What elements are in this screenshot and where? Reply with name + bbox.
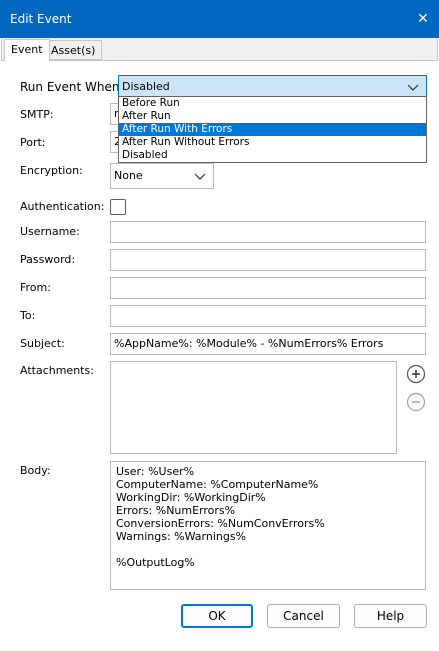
encryption-label: Encryption: <box>20 164 83 177</box>
cancel-button[interactable]: Cancel <box>267 604 340 628</box>
subject-label: Subject: <box>20 337 65 350</box>
option-after-run[interactable]: After Run <box>119 110 426 123</box>
option-before-run[interactable]: Before Run <box>119 97 426 110</box>
password-field[interactable] <box>110 249 426 271</box>
minus-circle-icon[interactable] <box>406 392 426 412</box>
help-button[interactable]: Help <box>354 604 427 628</box>
plus-circle-icon[interactable] <box>406 364 426 384</box>
smtp-label: SMTP: <box>20 108 54 121</box>
tab-event[interactable]: Event <box>4 39 50 61</box>
ok-button[interactable]: OK <box>181 604 253 628</box>
body-label: Body: <box>20 464 51 477</box>
run-event-when-value: Disabled <box>122 80 170 93</box>
attachments-label: Attachments: <box>20 364 94 377</box>
option-after-run-with-errors[interactable]: After Run With Errors <box>119 123 426 136</box>
from-field[interactable] <box>110 277 426 299</box>
tab-assets[interactable]: Asset(s) <box>44 40 103 60</box>
run-event-when-dropdown: Before Run After Run After Run With Erro… <box>118 96 427 163</box>
body-textarea[interactable]: User: %User% ComputerName: %ComputerName… <box>110 461 426 590</box>
port-label: Port: <box>20 136 46 149</box>
password-label: Password: <box>20 253 76 266</box>
to-field[interactable] <box>110 305 426 327</box>
run-event-when-label: Run Event When: <box>20 80 124 94</box>
to-label: To: <box>20 309 36 322</box>
username-label: Username: <box>20 225 80 238</box>
chevron-down-icon <box>407 84 419 91</box>
window-title: Edit Event <box>10 12 72 26</box>
option-after-run-without-errors[interactable]: After Run Without Errors <box>119 136 426 149</box>
from-label: From: <box>20 281 51 294</box>
encryption-value: None <box>114 169 143 182</box>
chevron-down-icon <box>194 173 206 180</box>
subject-field[interactable]: %AppName%: %Module% - %NumErrors% Errors <box>110 333 426 355</box>
authentication-checkbox[interactable] <box>110 199 126 215</box>
option-disabled[interactable]: Disabled <box>119 149 426 162</box>
title-bar: Edit Event ✕ <box>0 0 439 38</box>
encryption-select[interactable]: None <box>110 163 214 189</box>
username-field[interactable] <box>110 221 426 243</box>
attachments-list[interactable] <box>110 361 397 454</box>
close-icon[interactable]: ✕ <box>413 9 433 29</box>
authentication-label: Authentication: <box>20 200 105 213</box>
